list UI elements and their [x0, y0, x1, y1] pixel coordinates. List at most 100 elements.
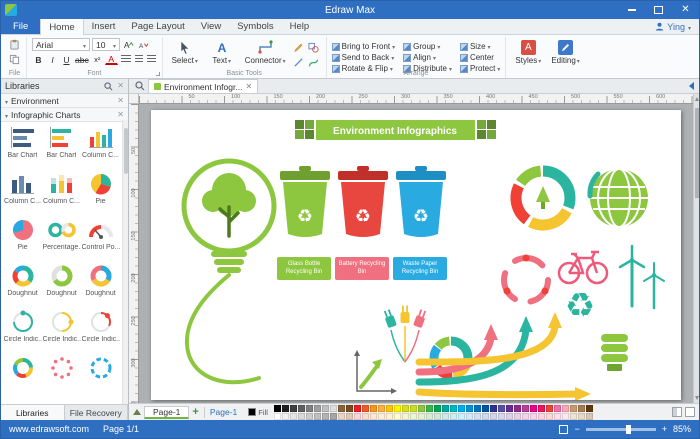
- ribbon-tab-insert[interactable]: Insert: [84, 19, 124, 34]
- donut-chart[interactable]: [505, 160, 580, 235]
- color-swatch[interactable]: [418, 413, 425, 420]
- color-swatch[interactable]: [378, 413, 385, 420]
- color-swatch[interactable]: [322, 413, 329, 420]
- paste-button[interactable]: [8, 38, 21, 51]
- ribbon-tab-view[interactable]: View: [193, 19, 229, 34]
- page-list-icon[interactable]: [133, 409, 141, 415]
- color-swatch[interactable]: [370, 405, 377, 412]
- library-item-circle-indic[interactable]: Circle Indic...: [81, 308, 120, 354]
- globe[interactable]: [590, 169, 648, 227]
- color-swatch[interactable]: [386, 405, 393, 412]
- color-swatch[interactable]: [514, 405, 521, 412]
- library-item-column-c[interactable]: Column C...: [42, 170, 81, 216]
- close-panel-icon[interactable]: ✕: [117, 82, 124, 90]
- bulb-tree[interactable]: [184, 161, 274, 382]
- color-swatch[interactable]: [346, 413, 353, 420]
- color-swatch[interactable]: [386, 413, 393, 420]
- color-swatch[interactable]: [306, 405, 313, 412]
- recycle-bin[interactable]: ♻: [396, 166, 446, 237]
- color-swatch[interactable]: [450, 413, 457, 420]
- color-swatch[interactable]: [546, 413, 553, 420]
- shapes-tool-button[interactable]: [307, 41, 321, 54]
- color-swatch[interactable]: [586, 405, 593, 412]
- arrange-send-to-back[interactable]: Send to Back: [332, 52, 395, 63]
- color-swatch[interactable]: [450, 405, 457, 412]
- color-swatch[interactable]: [530, 405, 537, 412]
- library-item-bar-chart[interactable]: Bar Chart: [3, 124, 42, 170]
- color-swatch[interactable]: [314, 413, 321, 420]
- tab-scroll-left-icon[interactable]: [689, 82, 694, 90]
- color-swatch[interactable]: [530, 413, 537, 420]
- color-swatch[interactable]: [490, 413, 497, 420]
- color-swatch[interactable]: [354, 405, 361, 412]
- circular-arrows[interactable]: [504, 255, 549, 303]
- color-swatch[interactable]: [290, 413, 297, 420]
- color-swatch[interactable]: [378, 405, 385, 412]
- document-tab[interactable]: Environment Infogr... ✕: [148, 79, 258, 93]
- color-swatch[interactable]: [338, 413, 345, 420]
- bin-label[interactable]: Waste Paper Recycling Bin: [393, 257, 447, 280]
- library-item-doughnut[interactable]: Doughnut: [81, 262, 120, 308]
- zoom-slider[interactable]: [586, 428, 656, 431]
- color-swatch[interactable]: [426, 413, 433, 420]
- color-swatch[interactable]: [466, 405, 473, 412]
- color-swatch[interactable]: [394, 413, 401, 420]
- font-style-button-4[interactable]: x²: [91, 53, 104, 66]
- banner[interactable]: Environment Infographics: [295, 120, 496, 140]
- color-swatch[interactable]: [482, 405, 489, 412]
- vertical-scrollbar[interactable]: [693, 94, 699, 403]
- color-swatch[interactable]: [354, 413, 361, 420]
- align-right-icon[interactable]: [147, 55, 156, 64]
- color-swatch[interactable]: [298, 405, 305, 412]
- library-item-circle-indic[interactable]: Circle Indic...: [42, 308, 81, 354]
- color-swatch[interactable]: [402, 405, 409, 412]
- ribbon-tab-home[interactable]: Home: [40, 19, 83, 35]
- recycle-bin[interactable]: ♻: [338, 166, 388, 237]
- library-item-circle-indic[interactable]: Circle Indic...: [3, 308, 42, 354]
- close-library-icon[interactable]: ✕: [117, 111, 124, 119]
- library-item-pie[interactable]: Pie: [3, 216, 42, 262]
- color-swatch[interactable]: [498, 413, 505, 420]
- color-swatch[interactable]: [522, 405, 529, 412]
- color-swatch[interactable]: [346, 405, 353, 412]
- search-icon[interactable]: [104, 82, 113, 91]
- color-swatch[interactable]: [570, 413, 577, 420]
- color-swatch[interactable]: [362, 405, 369, 412]
- bin-label[interactable]: Glass Bottle Recycling Bin: [277, 257, 331, 280]
- color-swatch[interactable]: [554, 405, 561, 412]
- bicycle[interactable]: [559, 252, 607, 283]
- expand-palette-icon[interactable]: [685, 407, 695, 417]
- color-swatch[interactable]: [402, 413, 409, 420]
- color-swatch[interactable]: [314, 405, 321, 412]
- font-size-select[interactable]: 10: [92, 38, 120, 51]
- color-swatch[interactable]: [410, 405, 417, 412]
- flow-arrows[interactable]: [419, 312, 591, 400]
- fill-swatch[interactable]: [248, 408, 256, 416]
- ribbon-tab-help[interactable]: Help: [282, 19, 318, 34]
- color-swatch[interactable]: [290, 405, 297, 412]
- color-swatch[interactable]: [570, 405, 577, 412]
- color-swatch[interactable]: [522, 413, 529, 420]
- search-icon[interactable]: [135, 81, 145, 91]
- color-swatch[interactable]: [578, 413, 585, 420]
- color-swatch[interactable]: [458, 413, 465, 420]
- font-style-button-5[interactable]: A: [105, 53, 118, 65]
- library-item[interactable]: [81, 354, 120, 400]
- color-swatch[interactable]: [458, 405, 465, 412]
- library-item-bar-chart[interactable]: Bar Chart: [42, 124, 81, 170]
- plugs[interactable]: [382, 306, 427, 363]
- color-swatch[interactable]: [330, 405, 337, 412]
- library-item-column-c[interactable]: Column C...: [81, 124, 120, 170]
- close-tab-icon[interactable]: ✕: [245, 83, 252, 91]
- arrange-align[interactable]: Align: [403, 52, 452, 63]
- color-swatch[interactable]: [506, 405, 513, 412]
- close-library-icon[interactable]: ✕: [117, 97, 124, 105]
- recycle-bin[interactable]: ♻: [280, 166, 330, 237]
- library-item-percentage[interactable]: Percentage...: [42, 216, 81, 262]
- text-tool-button[interactable]: A Text: [205, 38, 239, 68]
- color-swatch[interactable]: [322, 405, 329, 412]
- library-item-column-c[interactable]: Column C...: [3, 170, 42, 216]
- zoom-level[interactable]: 85%: [673, 424, 691, 434]
- color-swatch[interactable]: [418, 405, 425, 412]
- font-style-button-3[interactable]: abc: [74, 53, 90, 66]
